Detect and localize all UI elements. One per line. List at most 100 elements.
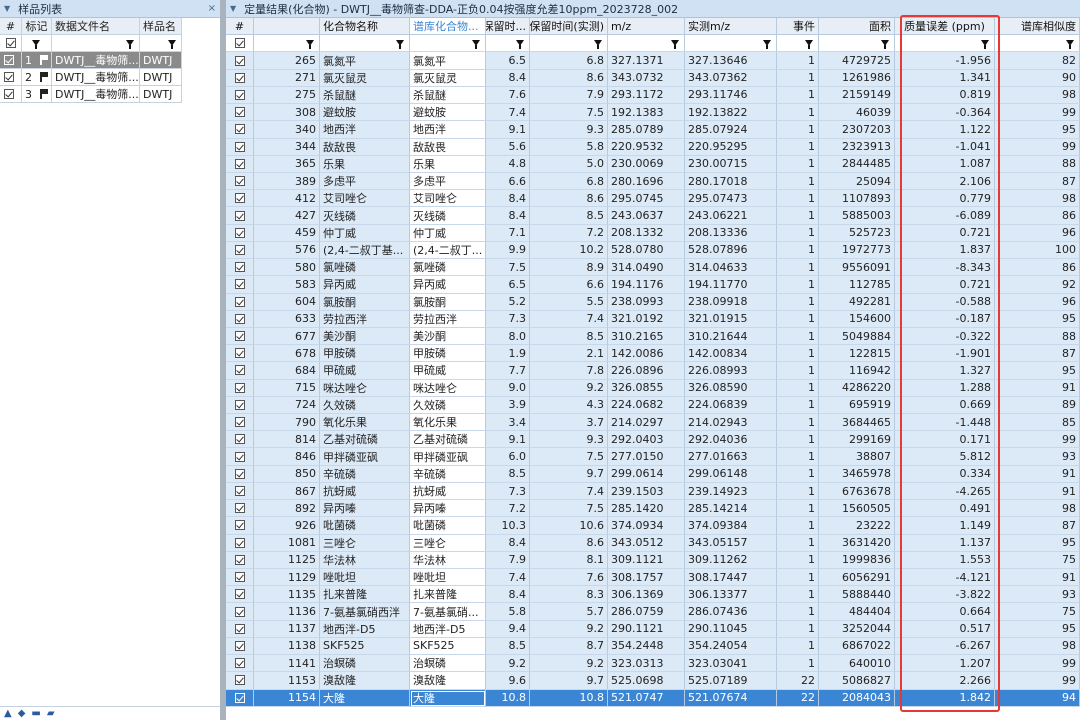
- sample-row-flag[interactable]: 1: [22, 52, 52, 69]
- result-row[interactable]: 684 甲硫威 甲硫威 7.7 7.8 226.0896 226.08993 1 116942 1…: [226, 362, 1080, 380]
- result-row[interactable]: 1129 唑吡坦 唑吡坦 7.4 7.6 308.1757 308.17447 1 605629…: [226, 569, 1080, 587]
- toolbar-icon[interactable]: ◆: [18, 708, 26, 719]
- result-row-checkbox[interactable]: [226, 534, 254, 552]
- result-row-checkbox[interactable]: [226, 672, 254, 690]
- close-icon[interactable]: ×: [208, 3, 216, 14]
- result-row-checkbox[interactable]: [226, 569, 254, 587]
- similarity-filter[interactable]: [995, 35, 1080, 53]
- result-row-checkbox[interactable]: [226, 327, 254, 346]
- result-row-checkbox[interactable]: [226, 448, 254, 466]
- col-lib-header[interactable]: 谱库化合物...: [410, 18, 486, 36]
- result-row-checkbox[interactable]: [226, 603, 254, 621]
- result-row-checkbox[interactable]: [226, 517, 254, 535]
- result-row[interactable]: 1081 三唑仑 三唑仑 8.4 8.6 343.0512 343.05157 1 363142…: [226, 534, 1080, 552]
- result-row-checkbox[interactable]: [226, 293, 254, 311]
- result-row[interactable]: 271 氯灭鼠灵 氯灭鼠灵 8.4 8.6 343.0732 343.07362 1 12619…: [226, 69, 1080, 87]
- col-name-header[interactable]: 化合物名称: [320, 18, 410, 36]
- result-row[interactable]: 724 久效磷 久效磷 3.9 4.3 224.0682 224.06839 1 695919 0…: [226, 396, 1080, 415]
- rta-filter[interactable]: [530, 35, 608, 53]
- result-row-checkbox[interactable]: [226, 138, 254, 156]
- result-row-checkbox[interactable]: [226, 551, 254, 569]
- result-row[interactable]: 1136 7-氨基氯硝西泮 7-氨基氯硝... 5.8 5.7 286.0759 286.0…: [226, 603, 1080, 621]
- rt-filter[interactable]: [486, 35, 530, 53]
- result-row-checkbox[interactable]: [226, 655, 254, 673]
- col-rt-header[interactable]: 保留时...: [486, 18, 530, 36]
- col-rta-header[interactable]: 保留时间(实测): [530, 18, 608, 36]
- sample-row[interactable]: 3 DWTJ__毒物筛... DWTJ: [0, 86, 182, 103]
- result-row-checkbox[interactable]: [226, 190, 254, 208]
- result-row[interactable]: 275 杀鼠醚 杀鼠醚 7.6 7.9 293.1172 293.11746 1 2159149…: [226, 86, 1080, 105]
- collapse-arrow-icon[interactable]: ▼: [230, 4, 236, 13]
- result-row[interactable]: 604 氯胺酮 氯胺酮 5.2 5.5 238.0993 238.09918 1 492281-…: [226, 293, 1080, 311]
- result-row[interactable]: 583 异丙威 异丙威 6.5 6.6 194.1176 194.11770 1 112785 0…: [226, 276, 1080, 294]
- result-row[interactable]: 427 灭线磷 灭线磷 8.4 8.5 243.0637 243.06221 1 5885003…: [226, 207, 1080, 225]
- result-row[interactable]: 576 (2,4-二叔丁基... (2,4-二叔丁... 9.9 10.2 528.078…: [226, 241, 1080, 260]
- toolbar-icon[interactable]: ▰: [47, 708, 55, 719]
- result-row[interactable]: 1137 地西泮-D5 地西泮-D5 9.4 9.2 290.1121 290.11045 1…: [226, 620, 1080, 638]
- result-row[interactable]: 580 氯唑磷 氯唑磷 7.5 8.9 314.0490 314.04633 1 9556091…: [226, 259, 1080, 277]
- result-row-checkbox[interactable]: [226, 482, 254, 501]
- result-row[interactable]: 867 抗蚜威 抗蚜威 7.3 7.4 239.1503 239.14923 1 6763678…: [226, 482, 1080, 501]
- result-row-checkbox[interactable]: [226, 259, 254, 277]
- sample-row-flag[interactable]: 2: [22, 69, 52, 86]
- result-row-checkbox[interactable]: [226, 500, 254, 518]
- result-row-checkbox[interactable]: [226, 396, 254, 415]
- sample-row[interactable]: 1 DWTJ__毒物筛... DWTJ: [0, 52, 182, 69]
- result-row-checkbox[interactable]: [226, 207, 254, 225]
- sample-col-sample[interactable]: 样品名: [140, 18, 182, 35]
- event-filter[interactable]: [777, 35, 819, 53]
- select-all-checkbox[interactable]: [226, 35, 254, 53]
- result-row-checkbox[interactable]: [226, 104, 254, 122]
- result-row[interactable]: 1138 SKF525 SKF525 8.5 8.7 354.2448 354.24054 1…: [226, 637, 1080, 656]
- result-row[interactable]: 389 多虑平 多虑平 6.6 6.8 280.1696 280.17018 1 25094 2.…: [226, 172, 1080, 191]
- result-row-checkbox[interactable]: [226, 224, 254, 242]
- result-row-checkbox[interactable]: [226, 276, 254, 294]
- col-amz-header[interactable]: 实测m/z: [685, 18, 777, 36]
- result-row[interactable]: 365 乐果 乐果 4.8 5.0 230.0069 230.00715 1 2844485 1.…: [226, 155, 1080, 173]
- sample-col-number[interactable]: #: [0, 18, 22, 35]
- result-row-checkbox[interactable]: [226, 431, 254, 449]
- result-row-checkbox[interactable]: [226, 689, 254, 707]
- result-row[interactable]: 814 乙基对硫磷 乙基对硫磷 9.1 9.3 292.0403 292.04036 1 299…: [226, 431, 1080, 449]
- toolbar-icon[interactable]: ▲: [4, 708, 12, 719]
- result-row-checkbox[interactable]: [226, 69, 254, 87]
- result-row-checkbox[interactable]: [226, 121, 254, 139]
- area-filter[interactable]: [819, 35, 895, 53]
- result-row-checkbox[interactable]: [226, 637, 254, 656]
- result-row-checkbox[interactable]: [226, 52, 254, 70]
- result-row[interactable]: 1154 大隆 大隆 10.8 10.8 521.0747 521.07674 22 20840…: [226, 689, 1080, 707]
- collapse-arrow-icon[interactable]: ▼: [4, 4, 10, 13]
- result-row-checkbox[interactable]: [226, 465, 254, 483]
- result-row-checkbox[interactable]: [226, 620, 254, 638]
- sample-col-flag[interactable]: 标记: [22, 18, 52, 35]
- sample-col-file[interactable]: 数据文件名: [52, 18, 140, 35]
- file-filter[interactable]: [52, 35, 140, 52]
- result-row-checkbox[interactable]: [226, 379, 254, 397]
- mz-filter[interactable]: [608, 35, 685, 53]
- result-row[interactable]: 1125 华法林 华法林 7.9 8.1 309.1121 309.11262 1 199983…: [226, 551, 1080, 569]
- result-row[interactable]: 850 辛硫磷 辛硫磷 8.5 9.7 299.0614 299.06148 1 3465978…: [226, 465, 1080, 483]
- result-row[interactable]: 846 甲拌磷亚砜 甲拌磷亚砜 6.0 7.5 277.0150 277.01663 1 388…: [226, 448, 1080, 466]
- result-row-checkbox[interactable]: [226, 414, 254, 432]
- lib-filter[interactable]: [410, 35, 486, 53]
- col-checkbox-header[interactable]: #: [226, 18, 254, 36]
- col-similarity-header[interactable]: 谱库相似度: [995, 18, 1080, 36]
- result-row[interactable]: 926 吡菌磷 吡菌磷 10.3 10.6 374.0934 374.09384 1 23222…: [226, 517, 1080, 535]
- result-row[interactable]: 340 地西泮 地西泮 9.1 9.3 285.0789 285.07924 1 2307203…: [226, 121, 1080, 139]
- sample-row-checkbox[interactable]: [0, 52, 22, 69]
- result-row[interactable]: 1153 溴敌隆 溴敌隆 9.6 9.7 525.0698 525.07189 22 50868…: [226, 672, 1080, 690]
- result-row[interactable]: 715 咪达唑仑 咪达唑仑 9.0 9.2 326.0855 326.08590 1 42862…: [226, 379, 1080, 397]
- col-area-header[interactable]: 面积: [819, 18, 895, 36]
- sample-row-checkbox[interactable]: [0, 69, 22, 86]
- select-all-checkbox[interactable]: [0, 35, 22, 52]
- result-row-checkbox[interactable]: [226, 172, 254, 191]
- result-row[interactable]: 678 甲胺磷 甲胺磷 1.9 2.1 142.0086 142.00834 1 122815-…: [226, 345, 1080, 363]
- result-row[interactable]: 892 异丙嗪 异丙嗪 7.2 7.5 285.1420 285.14214 1 1560505…: [226, 500, 1080, 518]
- col-id-header[interactable]: [254, 18, 320, 36]
- col-mz-header[interactable]: m/z: [608, 18, 685, 36]
- result-row[interactable]: 308 避蚊胺 避蚊胺 7.4 7.5 192.1383 192.13822 1 46039 -0…: [226, 104, 1080, 122]
- toolbar-icon[interactable]: ▬: [31, 708, 40, 719]
- sample-row-flag[interactable]: 3: [22, 86, 52, 103]
- result-row-checkbox[interactable]: [226, 586, 254, 604]
- result-row[interactable]: 412 艾司唑仑 艾司唑仑 8.4 8.6 295.0745 295.07473 1 11078…: [226, 190, 1080, 208]
